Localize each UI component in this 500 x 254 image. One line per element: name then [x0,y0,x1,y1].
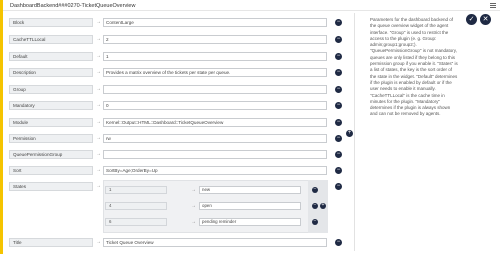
row-label-group: Group [9,85,93,94]
row-label-block: Block [9,18,93,27]
row-label-default: Default [9,52,93,61]
description-input[interactable]: Provides a matrix overview of the ticket… [103,68,327,77]
group-input[interactable] [103,85,327,94]
add-state-button[interactable]: + [320,203,326,209]
cancel-button[interactable]: ✕ [480,14,491,25]
arrow-icon: → [96,102,101,108]
remove-state-button[interactable]: − [312,219,318,225]
arrow-icon: → [191,219,196,225]
state-key-input[interactable]: 4 [105,202,167,210]
remove-sort-button[interactable]: − [335,167,342,174]
title-input[interactable]: Ticket Queue Overview [103,238,327,247]
arrow-icon: → [96,239,101,245]
arrow-icon: → [96,167,101,173]
row-label-permission: Permission [9,134,93,143]
row-label-states: States [9,182,93,191]
arrow-icon: → [191,187,196,193]
title-bar: DashboardBackend###0270-TicketQueueOverv… [3,0,500,11]
state-value-input[interactable]: open [199,202,301,210]
remove-permission-button[interactable]: − [335,135,342,142]
state-key-input[interactable]: 1 [105,186,167,194]
block-input[interactable]: ContentLarge [103,18,327,27]
remove-default-button[interactable]: − [335,53,342,60]
arrow-icon: → [96,135,101,141]
add-row-button[interactable]: + [346,130,353,137]
remove-cachettllocal-button[interactable]: − [335,36,342,43]
row-label-queuepermissiongroup: QueuePermissionGroup [9,150,93,159]
row-label-module: Module [9,118,93,127]
hamburger-menu-icon[interactable] [490,3,496,8]
remove-queuepermissiongroup-button[interactable]: − [335,151,342,158]
state-key-input[interactable]: 6 [105,218,167,226]
setting-title: DashboardBackend###0270-TicketQueueOverv… [10,3,136,9]
arrow-icon: → [96,36,101,42]
cachettllocal-input[interactable]: 2 [103,35,327,44]
checkmark-icon: ✓ [468,16,475,23]
row-label-sort: Sort [9,166,93,175]
row-label-mandatory: Mandatory [9,101,93,110]
remove-state-button[interactable]: − [312,187,318,193]
module-input[interactable]: Kernel::Output::HTML::Dashboard::TicketQ… [103,118,327,127]
arrow-icon: → [96,151,101,157]
sort-input[interactable]: SortBy=Age;OrderBy=Up [103,166,327,175]
remove-block-button[interactable]: − [335,19,342,26]
arrow-icon: → [191,203,196,209]
arrow-icon: → [96,69,101,75]
row-label-description: Description [9,68,93,77]
mandatory-input[interactable]: 0 [103,101,327,110]
arrow-icon: → [96,119,101,125]
remove-description-button[interactable]: − [335,69,342,76]
arrow-icon: → [96,19,101,25]
remove-mandatory-button[interactable]: − [335,102,342,109]
save-button[interactable]: ✓ [466,14,477,25]
row-label-cachettllocal: CacheTTLLocal [9,35,93,44]
state-value-input[interactable]: new [199,186,301,194]
remove-states-button[interactable]: − [335,183,342,190]
state-value-input[interactable]: pending reminder [199,218,301,226]
remove-module-button[interactable]: − [335,119,342,126]
help-text: Parameters for the dashboard backend of … [370,17,458,117]
queuepermissiongroup-input[interactable] [103,150,327,159]
default-input[interactable]: 1 [103,52,327,61]
close-icon: ✕ [482,16,489,23]
arrow-icon: → [96,53,101,59]
remove-title-button[interactable]: − [335,239,342,246]
arrow-icon: → [96,183,101,189]
row-label-title: Title [9,238,93,247]
remove-group-button[interactable]: − [335,86,342,93]
arrow-icon: → [96,86,101,92]
divider [354,13,355,251]
permission-input[interactable]: rw [103,134,327,143]
remove-state-button[interactable]: − [312,203,318,209]
